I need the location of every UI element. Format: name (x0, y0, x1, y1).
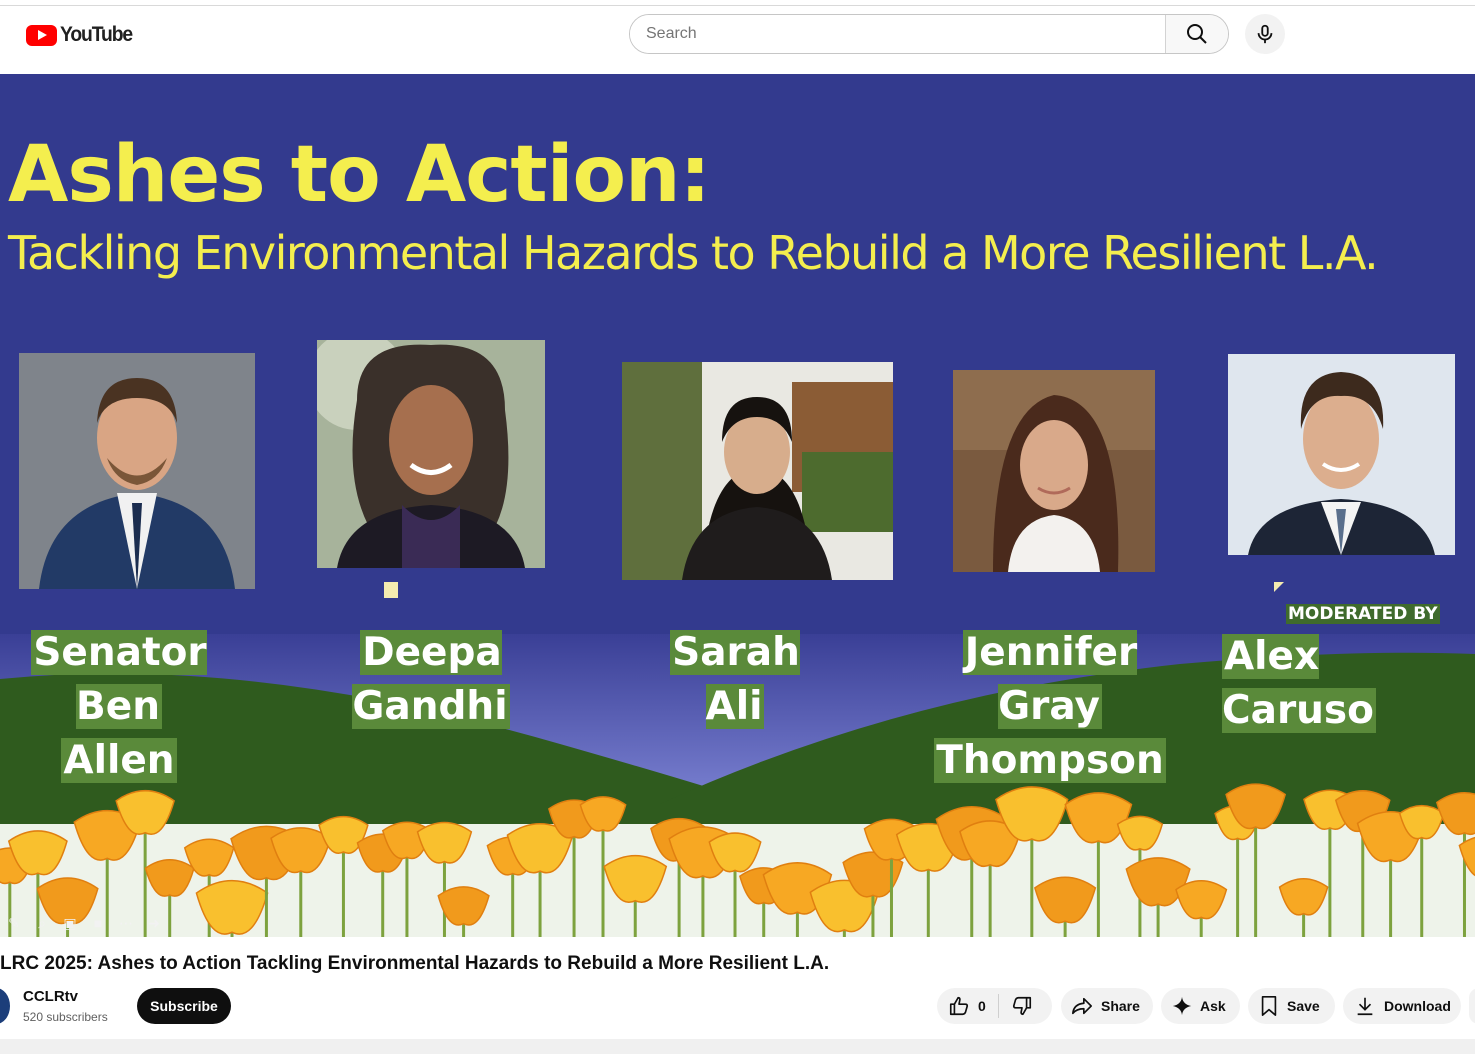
share-button[interactable]: Share (1061, 988, 1153, 1024)
marker-dot (1274, 582, 1284, 592)
pencil-icon[interactable]: ✎ (4, 914, 24, 932)
voice-search-button[interactable] (1245, 14, 1285, 54)
logo-text: YouTube (60, 23, 133, 46)
marker-dot (384, 582, 398, 598)
youtube-play-icon (26, 24, 57, 46)
zoom-icon[interactable]: ⌕ (32, 914, 52, 932)
search-icon (1187, 24, 1207, 44)
more-icon[interactable]: ⋯ (116, 914, 136, 932)
ask-button[interactable]: Ask (1161, 988, 1240, 1024)
poppy-flowers-illustration (0, 783, 1475, 937)
panelist-name-3: Sarah Ali (670, 630, 800, 729)
download-icon (1357, 997, 1373, 1016)
sparkle-icon (1172, 996, 1192, 1016)
search-box (629, 14, 1229, 54)
slide-subheadline: Tackling Environmental Hazards to Rebuil… (8, 226, 1379, 280)
like-button[interactable]: 0 (937, 988, 986, 1024)
search-input[interactable] (630, 15, 1165, 53)
photo-alex-caruso (1228, 354, 1455, 555)
thumbs-up-icon (949, 996, 969, 1016)
ask-label: Ask (1200, 998, 1226, 1014)
download-button[interactable]: Download (1343, 988, 1461, 1024)
photo-deepa-gandhi (317, 340, 545, 568)
share-label: Share (1101, 998, 1140, 1014)
save-label: Save (1287, 998, 1320, 1014)
like-dislike-group: 0 (937, 988, 1052, 1024)
panelist-name-2: Deepa Gandhi (352, 630, 510, 729)
like-divider (997, 994, 999, 1018)
save-button[interactable]: Save (1248, 988, 1335, 1024)
search-button[interactable] (1165, 15, 1228, 53)
thumbs-down-icon (1012, 996, 1031, 1016)
subscriber-count: 520 subscribers (23, 1010, 108, 1024)
like-count: 0 (978, 998, 986, 1014)
microphone-icon (1257, 24, 1273, 44)
dislike-button[interactable] (1011, 988, 1033, 1024)
youtube-logo[interactable]: YouTube (26, 22, 138, 48)
channel-avatar[interactable] (0, 988, 10, 1024)
moderated-by-label: MODERATED BY (1286, 604, 1440, 624)
bookmark-icon (1261, 996, 1277, 1016)
arrow-right-icon[interactable]: ➜ (144, 914, 164, 932)
captions-icon[interactable]: ▣ (60, 914, 80, 932)
slide-headline: Ashes to Action: (8, 130, 711, 220)
player-overlay-controls: ✎ ⌕ ▣ ■ ⋯ ➜ (4, 914, 164, 932)
photo-sarah-ali (622, 362, 893, 580)
share-icon (1072, 997, 1092, 1015)
photo-jennifer-gray-thompson (953, 370, 1155, 572)
video-player[interactable]: Ashes to Action: Tackling Environmental … (0, 74, 1475, 937)
photo-senator-ben-allen (19, 353, 255, 589)
subscribe-button[interactable]: Subscribe (137, 988, 231, 1024)
masthead: YouTube (0, 6, 1475, 74)
page-bottom-strip (0, 1039, 1475, 1054)
channel-name[interactable]: CCLRtv (23, 988, 78, 1005)
camera-icon[interactable]: ■ (88, 914, 108, 932)
more-actions-button[interactable] (1469, 988, 1475, 1024)
video-title: LRC 2025: Ashes to Action Tackling Envir… (0, 953, 830, 974)
download-label: Download (1384, 998, 1451, 1014)
moderator-name: Alex Caruso (1222, 634, 1376, 733)
